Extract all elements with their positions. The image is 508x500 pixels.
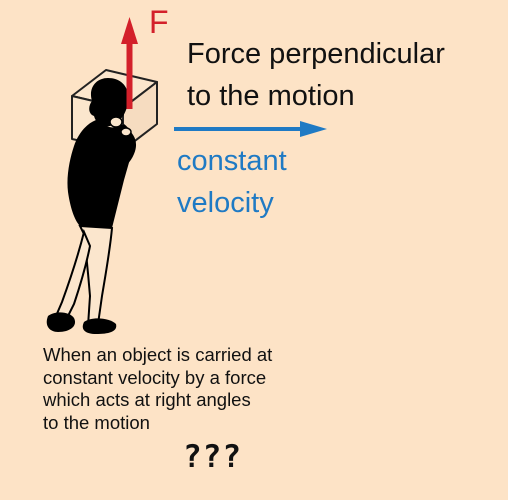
caption-line-2: constant velocity by a force — [43, 366, 267, 388]
velocity-label-line-2: velocity — [177, 187, 274, 219]
velocity-arrow-icon — [174, 121, 327, 137]
force-title-line-2: to the motion — [187, 80, 355, 112]
force-symbol-label: F — [149, 4, 169, 40]
velocity-label-line-1: constant — [177, 145, 287, 177]
force-title: Force perpendicular to the motion — [187, 33, 445, 117]
caption-line-1: When an object is carried at — [43, 344, 273, 365]
velocity-label: constant velocity — [177, 140, 287, 224]
diagram-canvas: F Force perpendicular to the motion cons… — [0, 0, 508, 500]
caption: When an object is carried at constant ve… — [43, 344, 272, 434]
question-marks: ??? — [183, 439, 242, 475]
caption-line-4: to the motion — [43, 411, 150, 433]
force-title-line-1: Force perpendicular — [187, 38, 445, 70]
caption-line-3: which acts at right angles — [43, 389, 251, 410]
